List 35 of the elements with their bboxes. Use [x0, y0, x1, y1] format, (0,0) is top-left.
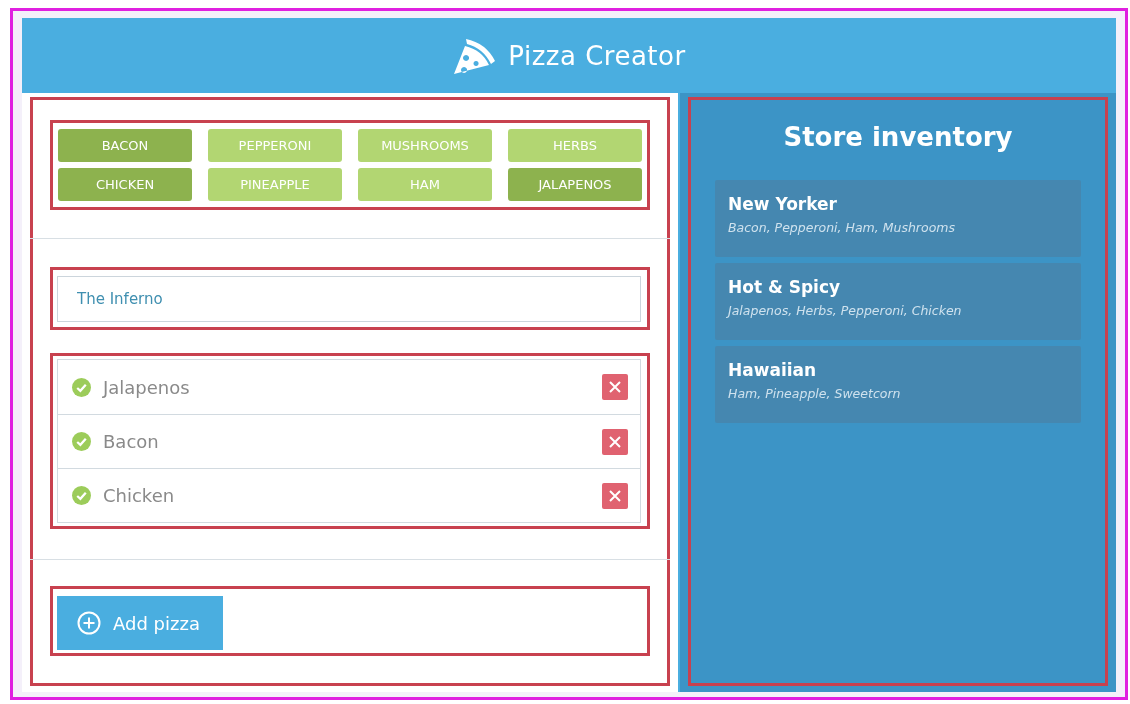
remove-button[interactable] — [602, 482, 628, 509]
topping-button[interactable]: PEPPERONI — [208, 129, 342, 162]
topping-name: Bacon — [103, 431, 160, 452]
app-title: Pizza Creator — [508, 40, 686, 71]
pizza-card[interactable]: Hawaiian Ham, Pineapple, Sweetcorn — [715, 346, 1081, 423]
topping-button[interactable]: HAM — [358, 168, 492, 201]
remove-button[interactable] — [602, 428, 628, 455]
close-icon — [609, 489, 621, 502]
topping-name: Jalapenos — [103, 376, 191, 398]
pizza-name: Hawaiian — [728, 360, 818, 380]
inventory-title: Store inventory — [782, 122, 1014, 152]
pizza-name: Hot & Spicy — [728, 277, 842, 297]
topping-name: Chicken — [103, 485, 176, 506]
close-icon — [609, 435, 621, 448]
check-circle-icon — [72, 432, 91, 451]
remove-button[interactable] — [602, 374, 628, 400]
add-pizza-button[interactable]: Add pizza — [57, 596, 223, 650]
check-circle-icon — [72, 486, 91, 505]
pizza-slice-icon — [452, 36, 497, 75]
topping-button[interactable]: BACON — [58, 129, 192, 162]
topping-button[interactable]: JALAPENOS — [508, 168, 642, 201]
topping-button[interactable]: PINEAPPLE — [208, 168, 342, 201]
topping-button[interactable]: HERBS — [508, 129, 642, 162]
check-circle-icon — [72, 377, 91, 397]
topping-button[interactable]: CHICKEN — [58, 168, 192, 201]
close-icon — [609, 381, 621, 393]
pizza-toppings: Jalapenos, Herbs, Pepperoni, Chicken — [728, 303, 963, 318]
pizza-card[interactable]: New Yorker Bacon, Pepperoni, Ham, Mushrooms — [715, 180, 1081, 257]
pizza-card[interactable]: Hot & Spicy Jalapenos, Herbs, Pepperoni, Chicken — [715, 263, 1081, 340]
topping-button[interactable]: MUSHROOMS — [358, 129, 492, 162]
pizza-name-field[interactable]: The Inferno — [57, 276, 641, 322]
plus-circle-icon — [77, 611, 101, 635]
pizza-name: New Yorker — [728, 194, 838, 214]
pizza-toppings: Ham, Pineapple, Sweetcorn — [728, 386, 902, 401]
pizza-toppings: Bacon, Pepperoni, Ham, Mushrooms — [728, 220, 956, 235]
